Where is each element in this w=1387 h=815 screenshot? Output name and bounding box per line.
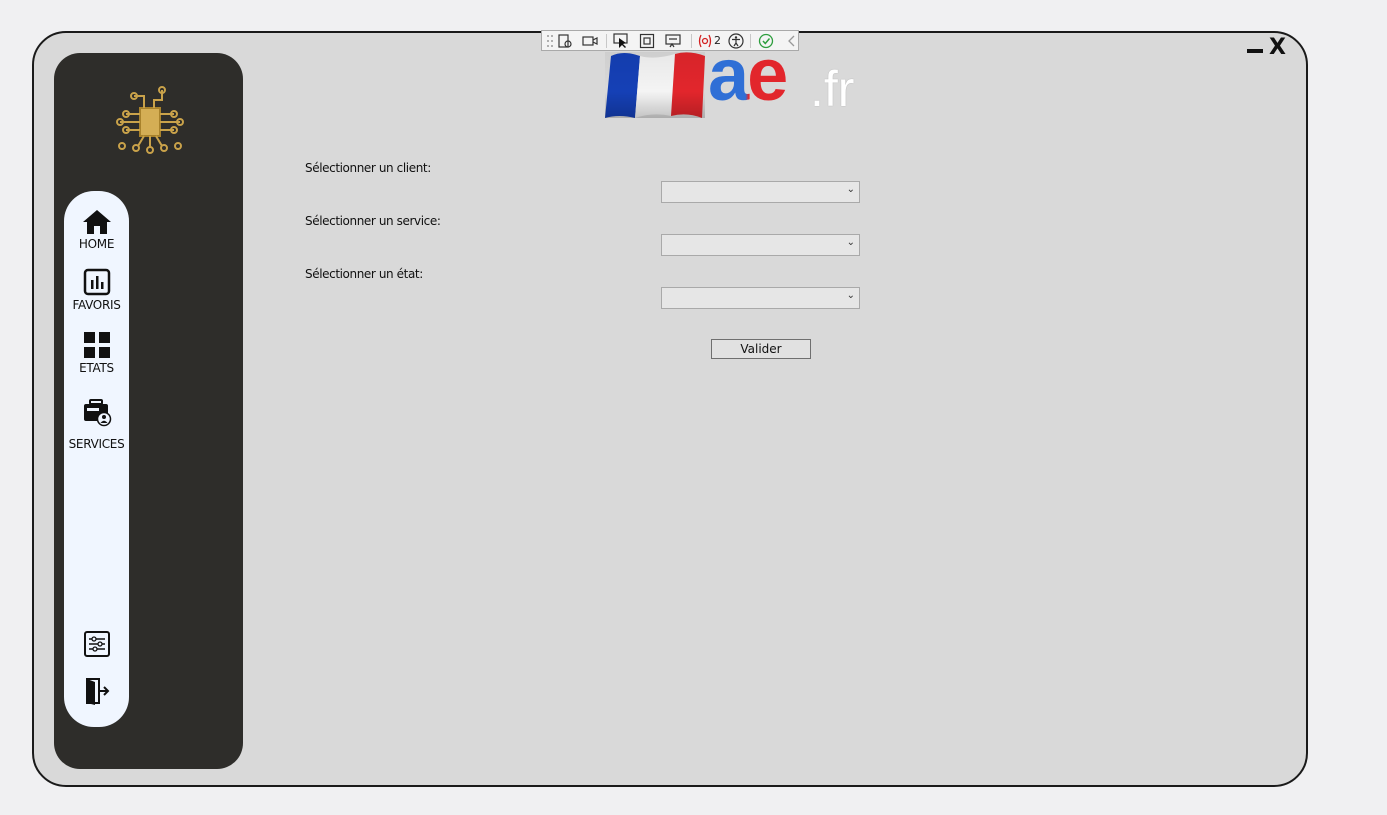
track-focus-icon[interactable]: [665, 33, 681, 49]
grid-icon: [83, 332, 110, 358]
sidebar: HOME FAVORIS ETATS SERVICES: [54, 53, 243, 769]
drag-handle-icon[interactable]: [546, 33, 554, 49]
french-flag-icon: [605, 52, 705, 118]
nav-label-etats: ETATS: [79, 361, 114, 375]
client-select[interactable]: ⌄: [661, 181, 860, 203]
client-label: Sélectionner un client:: [305, 161, 431, 175]
etat-select[interactable]: ⌄: [661, 287, 860, 309]
service-select[interactable]: ⌄: [661, 234, 860, 256]
bar-chart-icon: [83, 268, 110, 296]
settings-sliders-icon: [83, 631, 110, 657]
circuit-chip-logo: [116, 86, 184, 154]
chevron-down-icon: ⌄: [846, 290, 855, 301]
logout-button[interactable]: [64, 677, 129, 710]
valider-button[interactable]: Valider: [711, 339, 811, 359]
app-window: HOME FAVORIS ETATS SERVICES: [32, 31, 1308, 787]
brand-text: ae: [708, 38, 788, 112]
etat-label: Sélectionner un état:: [305, 267, 423, 281]
chevron-down-icon: ⌄: [846, 237, 855, 248]
nav-panel: HOME FAVORIS ETATS SERVICES: [64, 191, 129, 727]
brand-text-main: ae: [708, 33, 788, 116]
video-icon[interactable]: [582, 33, 598, 49]
layout-adorners-icon[interactable]: [639, 33, 655, 49]
live-visual-tree-icon[interactable]: [557, 33, 573, 49]
services-icon: [83, 399, 111, 427]
nav-item-favoris[interactable]: FAVORIS: [64, 268, 129, 312]
logout-icon: [85, 678, 109, 705]
settings-button[interactable]: [64, 630, 129, 663]
nav-item-services[interactable]: SERVICES: [64, 399, 129, 451]
minimize-button[interactable]: [1247, 49, 1263, 53]
service-label: Sélectionner un service:: [305, 214, 441, 228]
close-button[interactable]: X: [1269, 37, 1286, 59]
nav-label-home: HOME: [78, 237, 115, 251]
brand-suffix: .fr: [810, 61, 855, 117]
nav-label-favoris: FAVORIS: [72, 298, 121, 312]
nav-label-services: SERVICES: [68, 437, 125, 451]
home-icon: [82, 210, 111, 234]
brand-logo: ae .fr: [605, 38, 865, 118]
nav-item-home[interactable]: HOME: [64, 209, 129, 251]
select-element-icon[interactable]: [613, 33, 629, 49]
nav-item-etats[interactable]: ETATS: [64, 331, 129, 375]
collapse-toolbar-icon[interactable]: [784, 33, 800, 49]
chevron-down-icon: ⌄: [846, 184, 855, 195]
